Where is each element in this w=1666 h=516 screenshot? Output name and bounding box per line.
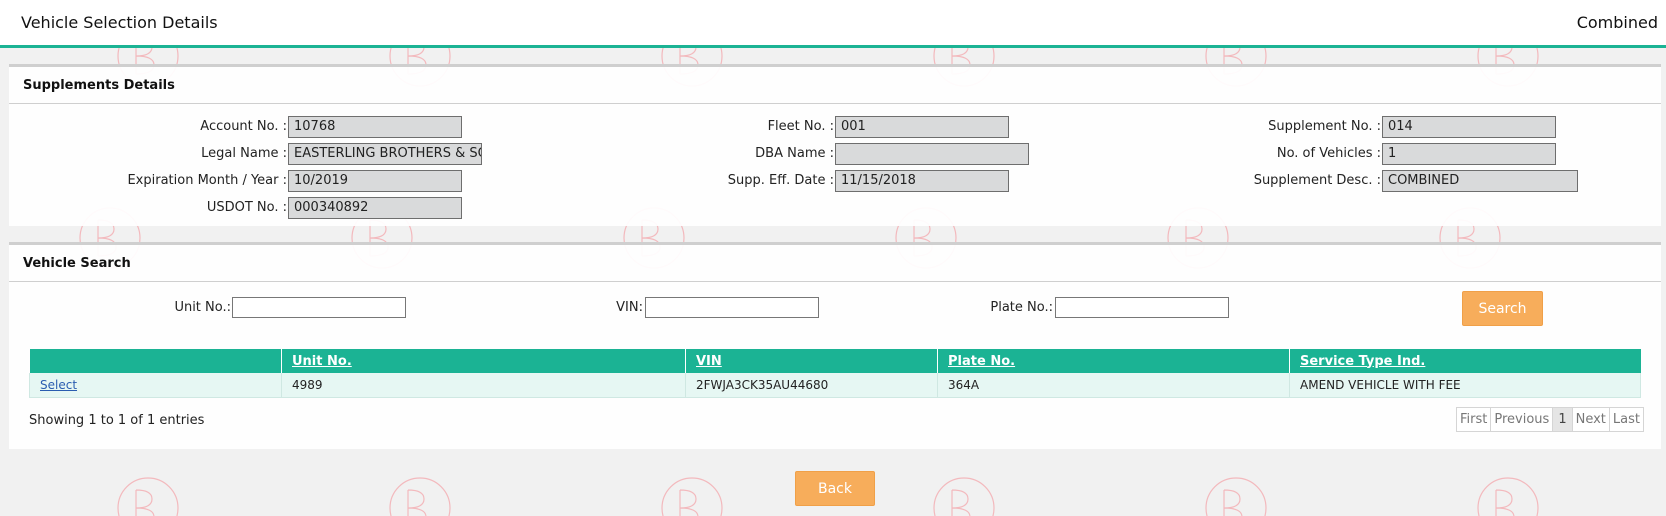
back-button[interactable]: Back	[795, 471, 875, 506]
pagination-last[interactable]: Last	[1610, 408, 1643, 431]
table-cell-unit-no: 4989	[281, 373, 686, 398]
table-cell-service-type: AMEND VEHICLE WITH FEE	[1289, 373, 1641, 398]
pagination-previous[interactable]: Previous	[1491, 408, 1554, 431]
supplement-desc-field: COMBINED	[1382, 170, 1578, 192]
column-header-action	[29, 349, 282, 373]
expiration-label: Expiration Month / Year :	[127, 173, 287, 188]
table-info: Showing 1 to 1 of 1 entries	[29, 413, 205, 428]
usdot-no-field: 000340892	[288, 197, 462, 219]
page-title: Vehicle Selection Details	[21, 13, 218, 32]
select-link[interactable]: Select	[40, 378, 77, 392]
dba-name-field	[835, 143, 1029, 165]
supp-eff-date-label: Supp. Eff. Date :	[727, 173, 834, 188]
plate-no-label: Plate No.:	[990, 300, 1053, 315]
page: Vehicle Selection Details Combined Suppl…	[0, 0, 1666, 516]
expiration-field: 10/2019	[288, 170, 462, 192]
table-header-row: Unit No. VIN Plate No. Service Type Ind.	[29, 349, 1641, 373]
supplement-desc-label: Supplement Desc. :	[1253, 173, 1381, 188]
table-cell-action: Select	[29, 373, 282, 398]
legal-name-field: EASTERLING BROTHERS & SON	[288, 143, 482, 165]
pagination-page-1[interactable]: 1	[1553, 408, 1573, 431]
usdot-no-label: USDOT No. :	[206, 200, 287, 215]
fleet-no-label: Fleet No. :	[767, 119, 834, 134]
search-button[interactable]: Search	[1462, 291, 1543, 326]
column-header-plate-no[interactable]: Plate No.	[937, 349, 1290, 373]
supplements-details-panel: Supplements Details Account No. : 10768 …	[9, 64, 1661, 226]
vehicle-results-table: Unit No. VIN Plate No. Service Type Ind.…	[29, 349, 1641, 398]
vehicle-search-panel: Vehicle Search Unit No.: VIN: Plate No.:…	[9, 242, 1661, 449]
supplements-details-heading: Supplements Details	[9, 67, 1661, 104]
column-header-service-type[interactable]: Service Type Ind.	[1289, 349, 1641, 373]
top-bar: Vehicle Selection Details Combined	[0, 0, 1666, 48]
dba-name-label: DBA Name :	[755, 146, 834, 161]
supplement-no-label: Supplement No. :	[1268, 119, 1381, 134]
supplement-no-field: 014	[1382, 116, 1556, 138]
vehicle-search-heading: Vehicle Search	[9, 245, 1661, 282]
pagination-next[interactable]: Next	[1573, 408, 1610, 431]
pagination: First Previous 1 Next Last	[1456, 407, 1644, 432]
transaction-mode: Combined	[1576, 13, 1658, 32]
no-of-vehicles-label: No. of Vehicles :	[1276, 146, 1381, 161]
unit-no-input[interactable]	[232, 297, 406, 318]
vin-input[interactable]	[645, 297, 819, 318]
account-no-field: 10768	[288, 116, 462, 138]
column-header-vin[interactable]: VIN	[685, 349, 938, 373]
no-of-vehicles-field: 1	[1382, 143, 1556, 165]
column-header-unit-no[interactable]: Unit No.	[281, 349, 686, 373]
unit-no-label: Unit No.:	[174, 300, 231, 315]
vin-label: VIN:	[616, 300, 643, 315]
table-row: Select 4989 2FWJA3CK35AU44680 364A AMEND…	[29, 373, 1641, 398]
legal-name-label: Legal Name :	[201, 146, 287, 161]
table-cell-vin: 2FWJA3CK35AU44680	[685, 373, 938, 398]
plate-no-input[interactable]	[1055, 297, 1229, 318]
account-no-label: Account No. :	[200, 119, 287, 134]
supp-eff-date-field: 11/15/2018	[835, 170, 1009, 192]
table-cell-plate-no: 364A	[937, 373, 1290, 398]
pagination-first[interactable]: First	[1457, 408, 1492, 431]
fleet-no-field: 001	[835, 116, 1009, 138]
